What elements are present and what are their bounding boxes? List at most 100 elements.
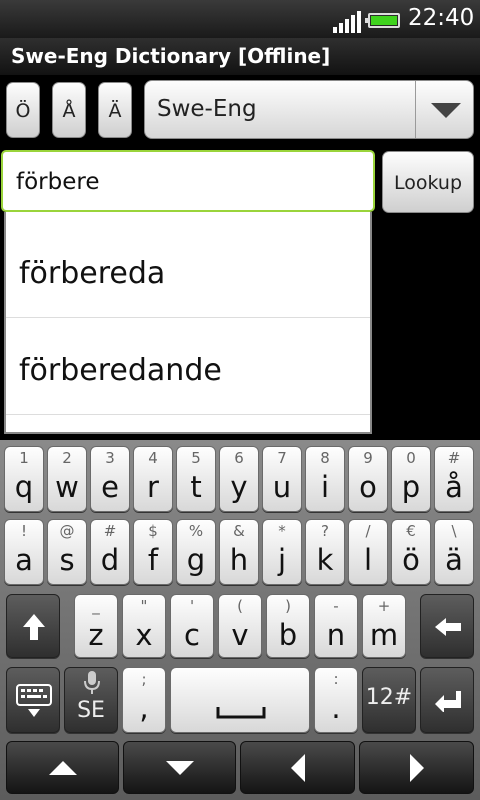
arrow-up-icon — [48, 760, 77, 775]
voice-language-key[interactable]: SE — [64, 667, 118, 733]
key-secondary: ! — [20, 522, 27, 540]
arrow-right-icon — [409, 753, 424, 782]
shift-key[interactable] — [6, 594, 60, 658]
key-b[interactable]: ) b — [266, 594, 310, 658]
key-secondary: 5 — [191, 449, 201, 467]
keyboard-hide-key[interactable] — [6, 667, 60, 733]
language-key-label: SE — [77, 698, 105, 723]
key-secondary: 2 — [62, 449, 72, 467]
key-primary: l — [363, 543, 373, 577]
key-k[interactable]: ? k — [305, 519, 345, 585]
key-primary: s — [59, 543, 75, 577]
key-o[interactable]: 9o — [348, 446, 388, 512]
key-m[interactable]: + m — [362, 594, 406, 658]
cursor-down-key[interactable] — [123, 741, 236, 794]
key-å[interactable]: # å — [434, 446, 474, 512]
key-secondary: _ — [92, 597, 100, 615]
search-input[interactable]: förbere — [1, 150, 375, 212]
key-primary: y — [230, 470, 248, 504]
key-x[interactable]: " x — [122, 594, 166, 658]
key-secondary: \ — [451, 522, 457, 540]
key-primary: o — [359, 470, 377, 504]
signal-icon — [333, 11, 361, 33]
key-secondary: 6 — [234, 449, 244, 467]
key-a[interactable]: ! a — [4, 519, 44, 585]
key-secondary: $ — [148, 522, 158, 540]
key-secondary: ' — [189, 597, 195, 615]
key-h[interactable]: & h — [219, 519, 259, 585]
key-ä[interactable]: \ ä — [434, 519, 474, 585]
key-secondary: " — [140, 597, 148, 615]
language-select-value: Swe-Eng — [157, 96, 257, 122]
language-select[interactable]: Swe-Eng — [144, 80, 474, 139]
key-j[interactable]: * j — [262, 519, 302, 585]
cursor-right-key[interactable] — [359, 741, 474, 794]
space-bar-icon — [216, 707, 266, 719]
key-t[interactable]: 5t — [176, 446, 216, 512]
cursor-up-key[interactable] — [6, 741, 119, 794]
key-e[interactable]: 3e — [90, 446, 130, 512]
insert-a-ring-button[interactable]: Å — [52, 82, 86, 138]
key-p[interactable]: 0p — [391, 446, 431, 512]
key-d[interactable]: # d — [90, 519, 130, 585]
arrow-left-icon — [290, 753, 305, 782]
key-i[interactable]: 8i — [305, 446, 345, 512]
key-secondary: * — [278, 522, 286, 540]
key-primary: w — [55, 470, 79, 504]
app-title-bar: Swe-Eng Dictionary [Offline] — [0, 38, 480, 76]
suggestion-item[interactable]: förberedande — [6, 319, 370, 415]
key-y[interactable]: 6y — [219, 446, 259, 512]
key-w[interactable]: 2w — [47, 446, 87, 512]
key-secondary: : — [333, 670, 339, 688]
suggestion-dropdown: förbereda förberedande — [4, 212, 372, 434]
lookup-button[interactable]: Lookup — [382, 151, 474, 213]
key-primary: ä — [445, 543, 463, 577]
key-l[interactable]: / l — [348, 519, 388, 585]
key-primary: u — [272, 470, 292, 504]
key-ö[interactable]: € ö — [391, 519, 431, 585]
symbols-key[interactable]: 12# — [362, 667, 416, 733]
key-primary: k — [316, 543, 334, 577]
key-q[interactable]: 1q — [4, 446, 44, 512]
key-secondary: 8 — [320, 449, 330, 467]
status-time: 22:40 — [408, 5, 475, 31]
comma-key[interactable]: ; , — [122, 667, 166, 733]
period-key[interactable]: : . — [314, 667, 358, 733]
key-secondary: 3 — [105, 449, 115, 467]
key-primary: , — [139, 691, 149, 725]
key-secondary: - — [333, 597, 339, 615]
status-bar: 22:40 — [0, 0, 480, 38]
shift-arrow-icon — [23, 614, 45, 640]
key-f[interactable]: $ f — [133, 519, 173, 585]
enter-key[interactable] — [420, 667, 474, 733]
key-secondary: ) — [285, 597, 291, 615]
key-primary: h — [229, 543, 249, 577]
suggestion-item[interactable]: förbereda — [6, 222, 370, 318]
space-key[interactable] — [170, 667, 310, 733]
key-primary: v — [231, 618, 249, 652]
symbols-key-label: 12# — [365, 685, 413, 710]
backspace-key[interactable] — [420, 594, 474, 658]
key-s[interactable]: @ s — [47, 519, 87, 585]
search-input-value: förbere — [16, 169, 100, 195]
key-c[interactable]: ' c — [170, 594, 214, 658]
key-secondary: / — [365, 522, 371, 540]
insert-a-umlaut-button[interactable]: Ä — [98, 82, 132, 138]
key-z[interactable]: _ z — [74, 594, 118, 658]
key-n[interactable]: -n — [314, 594, 358, 658]
key-secondary: # — [447, 449, 461, 467]
key-primary: d — [100, 543, 120, 577]
app-title: Swe-Eng Dictionary [Offline] — [11, 44, 331, 68]
key-secondary: 1 — [19, 449, 29, 467]
key-secondary: & — [233, 522, 245, 540]
insert-o-umlaut-button[interactable]: Ö — [6, 82, 40, 138]
key-v[interactable]: (v — [218, 594, 262, 658]
spinner-divider — [415, 81, 416, 138]
key-primary: p — [401, 470, 421, 504]
cursor-left-key[interactable] — [240, 741, 355, 794]
key-g[interactable]: % g — [176, 519, 216, 585]
microphone-icon — [84, 671, 100, 694]
key-r[interactable]: 4r — [133, 446, 173, 512]
chevron-down-icon — [431, 103, 461, 118]
key-u[interactable]: 7u — [262, 446, 302, 512]
